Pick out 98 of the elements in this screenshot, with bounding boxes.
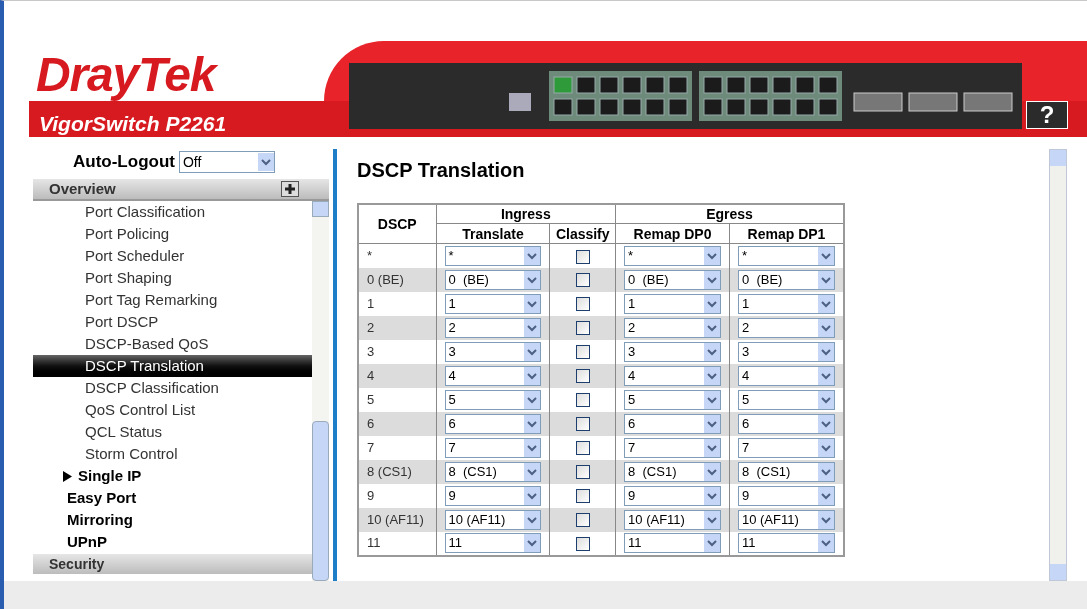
dropdown[interactable]: 3 (444, 341, 542, 362)
help-button[interactable]: ? (1026, 101, 1068, 129)
dropdown[interactable]: 8 (CS1) (444, 461, 542, 482)
dropdown[interactable]: 3 (624, 341, 721, 362)
dropdown[interactable]: 11 (444, 533, 542, 553)
menu-item[interactable]: Port Tag Remarking (33, 289, 312, 311)
table-cell: 0 (BE) (358, 267, 436, 292)
dropdown[interactable]: 0 (BE) (624, 269, 721, 290)
dropdown[interactable]: 10 (AF11) (444, 509, 542, 530)
dropdown[interactable]: 6 (444, 413, 542, 434)
scrollbar[interactable] (1049, 149, 1067, 581)
menu-folder[interactable]: Single IP (33, 465, 312, 487)
table-cell: 10 (AF11) (358, 507, 436, 532)
dropdown[interactable]: 8 (CS1) (624, 461, 721, 482)
checkbox[interactable] (575, 249, 590, 264)
page-title: DSCP Translation (357, 158, 526, 183)
checkbox[interactable] (575, 393, 590, 408)
dropdown[interactable]: 5 (444, 389, 542, 410)
column-group-header: Ingress (436, 204, 616, 224)
table-cell: 4 (358, 363, 436, 388)
dropdown[interactable]: 3 (737, 341, 835, 362)
menu-item[interactable]: DSCP Translation (33, 355, 312, 377)
menu-item[interactable]: QoS Control List (33, 399, 312, 421)
dropdown[interactable]: 4 (624, 365, 721, 386)
dropdown[interactable]: 11 (737, 533, 835, 553)
dropdown[interactable]: 2 (444, 317, 542, 338)
logo-text: DrayTek (36, 47, 216, 103)
dropdown[interactable]: * (737, 245, 835, 266)
dropdown[interactable]: 9 (624, 485, 721, 506)
triangle-icon (63, 470, 72, 482)
dropdown[interactable]: 10 (AF11) (737, 509, 835, 530)
checkbox[interactable] (575, 441, 590, 456)
expand-icon[interactable] (281, 181, 299, 197)
dropdown[interactable]: 5 (737, 389, 835, 410)
menu-item[interactable]: DSCP-Based QoS (33, 333, 312, 355)
dropdown[interactable]: 1 (737, 293, 835, 314)
menu-item[interactable]: Port Policing (33, 223, 312, 245)
checkbox[interactable] (575, 297, 590, 312)
checkbox[interactable] (575, 417, 590, 432)
checkbox[interactable] (575, 321, 590, 336)
dropdown[interactable]: 2 (624, 317, 721, 338)
table-cell: 9 (358, 483, 436, 508)
menu-item[interactable]: UPnP (33, 531, 312, 553)
dropdown[interactable]: 0 (BE) (737, 269, 835, 290)
dropdown[interactable]: 10 (AF11) (624, 509, 721, 530)
menu-item[interactable]: Storm Control (33, 443, 312, 465)
dropdown[interactable]: 7 (624, 437, 721, 458)
dropdown[interactable]: 7 (444, 437, 542, 458)
menu-item[interactable]: Port DSCP (33, 311, 312, 333)
checkbox[interactable] (575, 273, 590, 288)
dropdown[interactable]: 4 (444, 365, 542, 386)
menu-label: Single IP (78, 465, 142, 486)
menu-item[interactable]: QCL Status (33, 421, 312, 443)
dropdown[interactable]: 4 (737, 365, 835, 386)
table-cell: 2 (358, 315, 436, 340)
table-cell: 1 (358, 291, 436, 316)
table-cell: 6 (358, 411, 436, 436)
dropdown[interactable]: 0 (BE) (444, 269, 542, 290)
column-group-header: Egress (615, 204, 844, 224)
checkbox[interactable] (575, 513, 590, 528)
auto-logout-select[interactable]: Off (178, 151, 275, 173)
section-header[interactable]: Security (33, 554, 312, 574)
dropdown[interactable]: 6 (737, 413, 835, 434)
checkbox[interactable] (575, 345, 590, 360)
dropdown[interactable]: * (444, 245, 542, 266)
menu-item[interactable]: DSCP Classification (33, 377, 312, 399)
column-header: DSCP (358, 204, 436, 244)
dropdown[interactable]: 11 (624, 533, 721, 553)
table-cell: 5 (358, 387, 436, 412)
table-cell: 11 (358, 531, 436, 556)
checkbox[interactable] (575, 465, 590, 480)
table-cell: * (358, 243, 436, 268)
dropdown[interactable]: 9 (737, 485, 835, 506)
dropdown[interactable]: 6 (624, 413, 721, 434)
dropdown[interactable]: 7 (737, 437, 835, 458)
section-title: Overview (49, 178, 116, 199)
dropdown[interactable]: 9 (444, 485, 542, 506)
checkbox[interactable] (575, 489, 590, 504)
checkbox[interactable] (575, 369, 590, 384)
menu-item[interactable]: Port Scheduler (33, 245, 312, 267)
scrollbar[interactable] (312, 201, 329, 581)
dropdown[interactable]: 1 (624, 293, 721, 314)
dropdown[interactable]: * (624, 245, 721, 266)
dropdown[interactable]: 1 (444, 293, 542, 314)
dropdown[interactable]: 8 (CS1) (737, 461, 835, 482)
dropdown[interactable]: 5 (624, 389, 721, 410)
menu-item[interactable]: Easy Port (33, 487, 312, 509)
model-name: VigorSwitch P2261 (39, 111, 227, 137)
menu-item[interactable]: Port Classification (33, 201, 312, 223)
menu-item[interactable]: Port Shaping (33, 267, 312, 289)
dropdown[interactable]: 2 (737, 317, 835, 338)
table-cell: 7 (358, 435, 436, 460)
table-cell: 8 (CS1) (358, 459, 436, 484)
checkbox[interactable] (575, 536, 590, 551)
table-cell: 3 (358, 339, 436, 364)
auto-logout-label: Auto-Logout (73, 151, 175, 174)
menu-item[interactable]: Mirroring (33, 509, 312, 531)
section-header[interactable]: Overview (33, 179, 329, 201)
